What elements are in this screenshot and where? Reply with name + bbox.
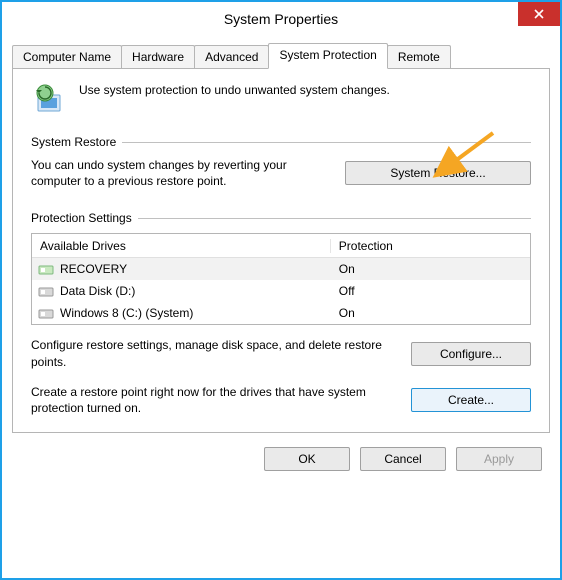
close-button[interactable] — [518, 2, 560, 26]
drive-name: Data Disk (D:) — [60, 284, 135, 298]
configure-button[interactable]: Configure... — [411, 342, 531, 366]
table-header: Available Drives Protection — [32, 234, 530, 258]
tab-remote[interactable]: Remote — [387, 45, 451, 68]
system-protection-icon — [31, 81, 67, 117]
tab-strip: Computer Name Hardware Advanced System P… — [12, 42, 550, 68]
drive-icon — [38, 262, 54, 276]
window-title: System Properties — [2, 11, 560, 27]
table-row[interactable]: Windows 8 (C:) (System) On — [32, 302, 530, 324]
drive-protection: On — [331, 306, 530, 320]
tab-system-protection[interactable]: System Protection — [268, 43, 387, 69]
configure-description: Configure restore settings, manage disk … — [31, 337, 395, 369]
divider — [138, 218, 531, 219]
col-header-drives[interactable]: Available Drives — [32, 239, 331, 253]
close-icon — [533, 8, 545, 20]
apply-button[interactable]: Apply — [456, 447, 542, 471]
drive-protection: On — [331, 262, 530, 276]
create-description: Create a restore point right now for the… — [31, 384, 395, 416]
group-title-protection: Protection Settings — [31, 211, 132, 225]
system-properties-window: System Properties Computer Name Hardware… — [0, 0, 562, 580]
drive-icon — [38, 306, 54, 320]
create-button[interactable]: Create... — [411, 388, 531, 412]
group-protection-settings: Protection Settings Available Drives Pro… — [31, 211, 531, 416]
divider — [122, 142, 531, 143]
group-system-restore: System Restore You can undo system chang… — [31, 135, 531, 189]
drives-table[interactable]: Available Drives Protection RECOVERY On — [31, 233, 531, 325]
tab-computer-name[interactable]: Computer Name — [12, 45, 122, 68]
intro-text: Use system protection to undo unwanted s… — [79, 81, 390, 97]
tab-advanced[interactable]: Advanced — [194, 45, 269, 68]
dialog-button-row: OK Cancel Apply — [12, 447, 550, 471]
restore-description: You can undo system changes by reverting… — [31, 157, 329, 189]
intro-row: Use system protection to undo unwanted s… — [31, 81, 531, 117]
drive-name: Windows 8 (C:) (System) — [60, 306, 193, 320]
col-header-protection[interactable]: Protection — [331, 239, 530, 253]
drive-name: RECOVERY — [60, 262, 127, 276]
table-row[interactable]: RECOVERY On — [32, 258, 530, 280]
table-row[interactable]: Data Disk (D:) Off — [32, 280, 530, 302]
drive-protection: Off — [331, 284, 530, 298]
cancel-button[interactable]: Cancel — [360, 447, 446, 471]
ok-button[interactable]: OK — [264, 447, 350, 471]
tab-hardware[interactable]: Hardware — [121, 45, 195, 68]
titlebar: System Properties — [2, 2, 560, 36]
drive-icon — [38, 284, 54, 298]
system-restore-button[interactable]: System Restore... — [345, 161, 531, 185]
group-title-restore: System Restore — [31, 135, 116, 149]
tab-panel-system-protection: Use system protection to undo unwanted s… — [12, 68, 550, 433]
